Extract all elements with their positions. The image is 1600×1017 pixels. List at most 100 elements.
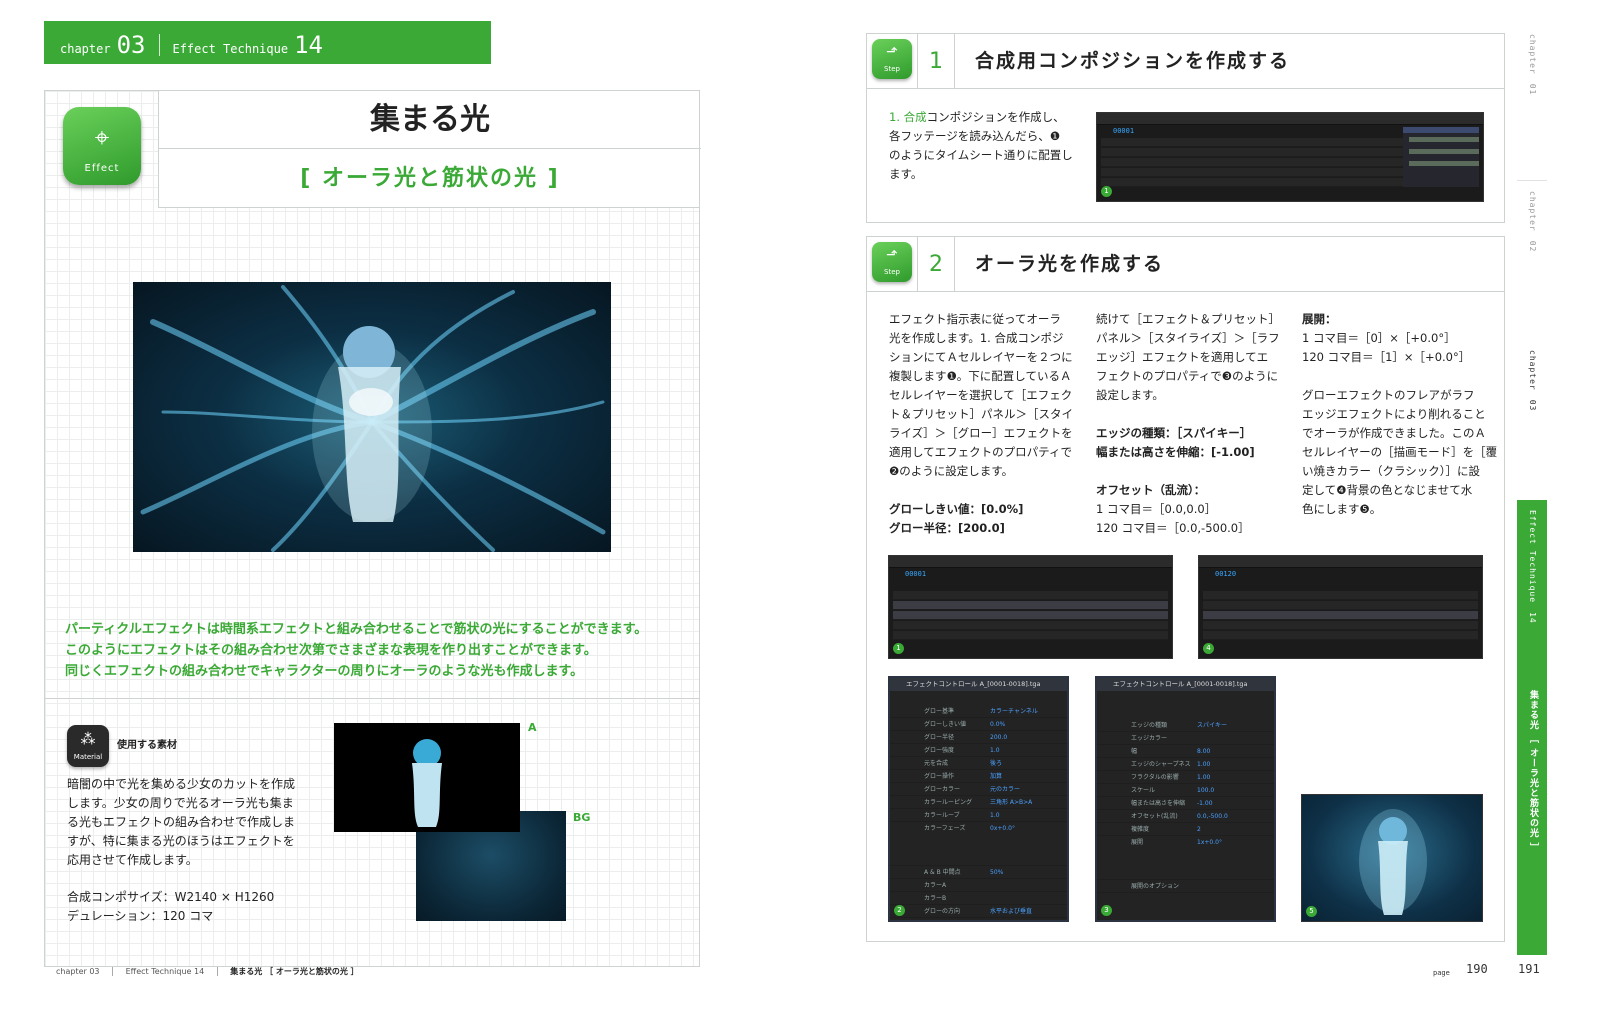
cel-a-label: A [528,721,537,734]
param-label: 展開 [1131,839,1144,846]
text-line: エッジ］エフェクトを適用してエ [1096,350,1269,364]
offset-heading: オフセット（乱流）： [1096,483,1206,497]
step-icon-label: Step [884,65,900,73]
intro-line: 同じくエフェクトの組み合わせでキャラクターの周りにオーラのような光も作成します。 [65,664,584,679]
badge-4: 4 [1203,643,1214,654]
text-line: パネル＞［スタイライズ］＞［ラフ [1096,331,1280,345]
badge-1: 1 [1101,186,1112,197]
tab-chapter-01[interactable]: chapter 01 [1517,30,1547,170]
text-line: コンポジションを作成し、 [926,110,1065,124]
footer-technique: Effect Technique 14 [125,967,205,976]
param-value: 0.0% [990,721,1006,728]
badge-2: 2 [894,905,905,916]
param-value: 元のカラー [990,786,1021,793]
crosshair-icon: ⌖ [94,123,110,153]
param-value: 1.0 [990,812,1000,819]
timeline-screenshot-2b: 00120 4 [1198,555,1483,659]
intro-line: このようにエフェクトはその組み合わせ次第でさまざまな表現を作り出すことができます… [65,643,597,658]
girl-cel-illustration [412,739,442,827]
edge-type: エッジの種類：［スパイキー］ [1096,426,1252,440]
param-value: 1.0 [990,747,1000,754]
stairs-icon: ⬏ [886,44,898,60]
header-divider [159,34,161,56]
tab-current-technique[interactable]: Effect Technique 14 集まる光 ［ オーラ光と筋状の光 ］ [1517,500,1547,955]
step-1: ⬏ Step 1 合成用コンポジションを作成する 1. 合成コンポジションを作成… [866,33,1505,223]
circles-icon: ⁂ [80,730,96,748]
text-line: 適用してエフェクトのプロパティで [889,445,1072,459]
tab-number: 03 [1528,399,1537,412]
material-line: る光もエフェクトの組み合わせで作成しま [67,815,296,829]
material-line: します。少女の周りで光るオーラ光も集ま [67,796,294,810]
footer-chapter: chapter 03 [56,967,100,976]
step-title: 合成用コンポジションを作成する [975,50,1291,72]
offset-frame-1: 1 コマ目＝［0.0,0.0］ [1096,502,1217,516]
step-1-header: ⬏ Step 1 合成用コンポジションを作成する [867,34,1504,89]
step-number: 1 [917,34,955,89]
aura-girl-illustration [1359,809,1427,915]
param-label: 幅 [1131,748,1138,755]
param-label: グローカラー [924,786,961,793]
step-2: ⬏ Step 2 オーラ光を作成する エフェクト指示表に従ってオーラ 光を作成し… [866,236,1505,942]
page-number-left: 190 [1466,962,1488,976]
step-2-col-2: 続けて［エフェクト＆プリセット］ パネル＞［スタイライズ］＞［ラフ エッジ］エフ… [1096,310,1280,538]
footer-title: 集まる光 ［ オーラ光と筋状の光 ］ [230,967,359,976]
step-2-col-1: エフェクト指示表に従ってオーラ 光を作成します。1. 合成コンポジ ションにてＡ… [889,310,1073,538]
material-icon-label: Material [73,753,103,761]
result-image: 5 [1301,794,1483,922]
comp-name: 1. 合成 [889,110,927,124]
text-line: ❷のように設定します。 [889,464,1014,478]
step-icon: ⬏ Step [872,242,912,282]
tab-chapter-03[interactable]: chapter 03 [1517,340,1547,490]
text-line: 光を作成します。1. 合成コンポジ [889,331,1064,345]
tab-number: 02 [1528,240,1537,253]
param-value: 2 [1197,826,1201,833]
param-label: 複雑度 [1131,826,1150,833]
param-label: カラールーピング [924,799,973,806]
tab-label: chapter [1528,191,1537,232]
param-label: カラールーブ [924,812,960,819]
param-value: 100.0 [1197,787,1215,794]
param-value: 0.0,-500.0 [1197,813,1228,820]
param-label: 元を合成 [924,760,949,767]
tab-chapter-02[interactable]: chapter 02 [1517,180,1547,330]
stairs-icon: ⬏ [886,247,898,263]
timecode: 00001 [1113,127,1135,135]
expand-heading: 展開： [1302,312,1337,326]
param-label: フラクタルの影響 [1131,774,1179,781]
offset-frame-120: 120 コマ目＝［0.0,-500.0］ [1096,521,1250,535]
divider [45,698,699,699]
step-title: オーラ光を作成する [975,253,1165,275]
text-line: 色にします❺。 [1302,502,1382,516]
param-value: 水平および垂直 [990,908,1033,915]
param-value: 1.00 [1197,774,1211,781]
hero-image [133,282,611,552]
page-subtitle: [ オーラ光と筋状の光 ] [300,166,560,191]
material-icon: ⁂ Material [67,725,109,767]
step-2-col-3: 展開： 1 コマ目＝［0］×［+0.0°］ 120 コマ目＝［1］×［+0.0°… [1302,310,1497,519]
timeline-track [1403,127,1479,187]
tab-number: 14 [1528,612,1537,624]
param-value: 1.00 [1197,761,1211,768]
material-line: すが、特に集まる光のほうはエフェクトを [67,834,295,848]
timecode: 00001 [905,570,927,578]
glow-effect-panel: エフェクトコントロール A_[0001-0018].tga グロー基準 カラーチャ… [888,676,1069,922]
panel-title: エフェクトコントロール A_[0001-0018].tga [890,678,1067,691]
material-description: 暗闇の中で光を集める少女のカットを作成 します。少女の周りで光るオーラ光も集ま … [67,775,307,870]
material-line: 応用させて作成します。 [67,853,198,867]
bg-label: BG [573,811,591,824]
technique-label: Effect Technique [172,42,289,56]
text-line: のようにタイムシート通りに配置し [889,148,1073,162]
param-label: スケール [1131,787,1156,794]
param-value: スパイキー [1197,722,1228,729]
badge-5: 5 [1306,906,1317,917]
param-label: エッジカラー [1131,735,1168,742]
param-label: グロー操作 [924,773,955,780]
param-value: カラーチャンネル [990,708,1038,715]
timecode: 00120 [1215,570,1237,578]
page-label: page [1433,969,1450,977]
param-label: カラーB [924,895,947,902]
title-area: ⌖ Effect 集まる光 [ オーラ光と筋状の光 ] [45,91,701,208]
text-line: エフェクト指示表に従ってオーラ [889,312,1061,326]
badge-1: 1 [893,643,904,654]
technique-box: ⌖ Effect 集まる光 [ オーラ光と筋状の光 ] パーティクルエフェクトは… [44,90,701,967]
